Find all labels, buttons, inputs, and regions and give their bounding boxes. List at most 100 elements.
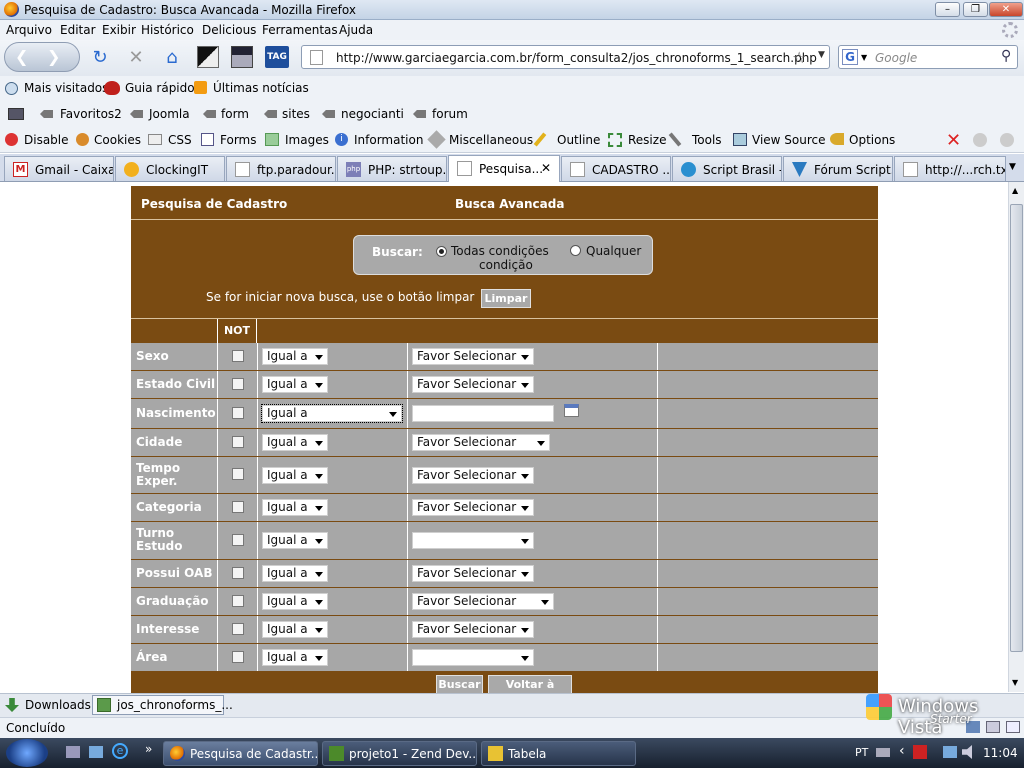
taskbar-item-firefox[interactable]: Pesquisa de Cadastr... xyxy=(163,741,318,766)
value-select[interactable]: Favor Selecionar xyxy=(412,593,554,610)
operator-select[interactable]: Igual a xyxy=(262,649,328,666)
contrast-icon[interactable] xyxy=(197,46,219,68)
voltar-lista-button[interactable]: Voltar à Lista xyxy=(488,675,572,708)
url-text[interactable]: http://www.garciaegarcia.com.br/form_con… xyxy=(336,51,817,65)
search-icon[interactable]: ⚲ xyxy=(1001,48,1011,64)
switch-windows-icon[interactable] xyxy=(89,746,103,758)
clock[interactable]: 11:04 xyxy=(983,746,1018,760)
operator-select[interactable]: Igual a xyxy=(262,565,328,582)
bookmarks-menu-icon[interactable] xyxy=(8,108,24,120)
download-item[interactable]: jos_chronoforms_... xyxy=(92,695,233,715)
tray-chevron-icon[interactable]: ‹ xyxy=(899,743,905,759)
not-checkbox[interactable] xyxy=(232,378,244,390)
date-input[interactable] xyxy=(412,405,554,422)
search-box[interactable]: G ▼ Google ⚲ xyxy=(838,45,1018,69)
not-checkbox[interactable] xyxy=(232,350,244,362)
tab-cadastro[interactable]: CADASTRO ... xyxy=(561,156,671,181)
tab-script-brasil[interactable]: Script Brasil -... xyxy=(672,156,782,181)
dev-information[interactable]: Information xyxy=(354,133,423,147)
language-indicator[interactable]: PT xyxy=(855,746,868,759)
bookmark-ultimas-noticias[interactable]: Últimas notícias xyxy=(213,81,309,95)
not-checkbox[interactable] xyxy=(232,436,244,448)
dev-view-source[interactable]: View Source xyxy=(752,133,826,147)
ie-icon[interactable]: e xyxy=(112,743,128,759)
menu-delicious[interactable]: Delicious xyxy=(202,23,256,37)
operator-select[interactable]: Igual a xyxy=(262,499,328,516)
engine-dropdown-icon[interactable]: ▼ xyxy=(861,53,867,62)
reload-icon[interactable]: ↻ xyxy=(88,45,112,69)
not-checkbox[interactable] xyxy=(232,468,244,480)
limpar-button[interactable]: Limpar xyxy=(481,289,531,308)
search-placeholder[interactable]: Google xyxy=(875,51,917,65)
start-button[interactable] xyxy=(6,739,48,767)
menu-ajuda[interactable]: Ajuda xyxy=(339,23,373,37)
radio-any-condition[interactable] xyxy=(570,245,581,256)
bookmark-guia-rapido[interactable]: Guia rápido xyxy=(125,81,195,95)
menu-ferramentas[interactable]: Ferramentas xyxy=(262,23,338,37)
quicklaunch-more-icon[interactable]: » xyxy=(145,742,152,756)
value-select[interactable]: Favor Selecionar xyxy=(412,348,534,365)
bookmark-sites[interactable]: sites xyxy=(282,107,310,121)
operator-select[interactable]: Igual a xyxy=(262,593,328,610)
maximize-button[interactable]: ❐ xyxy=(963,2,988,17)
star-icon[interactable]: ☆ xyxy=(792,48,806,67)
save-page-icon[interactable] xyxy=(231,46,253,68)
bookmark-negocianti[interactable]: negocianti xyxy=(341,107,404,121)
downloads-label[interactable]: Downloads xyxy=(25,698,91,712)
dev-css[interactable]: CSS xyxy=(168,133,192,147)
dev-close-icon[interactable]: ✕ xyxy=(946,130,961,151)
bookmark-mais-visitados[interactable]: Mais visitados xyxy=(24,81,108,95)
scroll-up-icon[interactable]: ▲ xyxy=(1012,186,1018,195)
operator-select[interactable]: Igual a xyxy=(262,467,328,484)
dev-tools[interactable]: Tools xyxy=(692,133,722,147)
taskbar-item-zend[interactable]: projeto1 - Zend Dev... xyxy=(322,741,477,766)
minimize-button[interactable]: – xyxy=(935,2,960,17)
tab-gmail[interactable]: M Gmail - Caixa... xyxy=(4,156,114,181)
tab-rch-txt[interactable]: http://...rch.txt xyxy=(894,156,1006,181)
scroll-down-icon[interactable]: ▼ xyxy=(1012,678,1018,687)
bookmark-form[interactable]: form xyxy=(221,107,249,121)
value-select[interactable]: Favor Selecionar xyxy=(412,621,534,638)
dev-miscellaneous[interactable]: Miscellaneous xyxy=(449,133,533,147)
not-checkbox[interactable] xyxy=(232,623,244,635)
back-arrow-icon[interactable]: ❮ xyxy=(15,47,28,66)
url-bar[interactable]: http://www.garciaegarcia.com.br/form_con… xyxy=(301,45,830,69)
bookmark-forum[interactable]: forum xyxy=(432,107,468,121)
close-button[interactable]: ✕ xyxy=(989,2,1023,17)
radio-all-conditions[interactable] xyxy=(436,246,447,257)
tab-php[interactable]: php PHP: strtoup... xyxy=(337,156,447,181)
google-engine-icon[interactable]: G xyxy=(842,49,858,65)
value-select[interactable]: Favor Selecionar xyxy=(412,499,534,516)
not-checkbox[interactable] xyxy=(232,407,244,419)
dev-disable[interactable]: Disable xyxy=(24,133,69,147)
value-select[interactable]: Favor Selecionar xyxy=(412,376,534,393)
value-select[interactable]: Favor Selecionar xyxy=(412,434,550,451)
tab-ftp[interactable]: ftp.paradour... xyxy=(226,156,336,181)
not-checkbox[interactable] xyxy=(232,651,244,663)
value-select[interactable]: Favor Selecionar xyxy=(412,467,534,484)
tab-pesquisa[interactable]: Pesquisa... ✕ xyxy=(448,155,560,182)
tab-list-icon[interactable]: ▼ xyxy=(1009,162,1016,172)
calendar-icon[interactable] xyxy=(564,404,579,417)
buscar-button[interactable]: Buscar xyxy=(436,675,483,694)
value-select[interactable] xyxy=(412,532,534,549)
not-checkbox[interactable] xyxy=(232,501,244,513)
operator-select[interactable]: Igual a xyxy=(262,434,328,451)
home-icon[interactable]: ⌂ xyxy=(160,45,184,69)
value-select[interactable]: Favor Selecionar xyxy=(412,565,534,582)
dev-cookies[interactable]: Cookies xyxy=(94,133,141,147)
url-dropdown-icon[interactable]: ▼ xyxy=(818,50,825,60)
stop-icon[interactable]: ✕ xyxy=(124,45,148,69)
forward-arrow-icon[interactable]: ❯ xyxy=(47,47,60,66)
dev-forms[interactable]: Forms xyxy=(220,133,256,147)
taskbar-item-tabela[interactable]: Tabela xyxy=(481,741,636,766)
dev-images[interactable]: Images xyxy=(285,133,329,147)
operator-select[interactable]: Igual a xyxy=(262,348,328,365)
volume-icon[interactable] xyxy=(962,745,972,759)
operator-select[interactable]: Igual a xyxy=(262,621,328,638)
menu-arquivo[interactable]: Arquivo xyxy=(6,23,52,37)
dev-outline[interactable]: Outline xyxy=(557,133,600,147)
operator-select[interactable]: Igual a xyxy=(262,532,328,549)
tab-clockingit[interactable]: ClockingIT xyxy=(115,156,225,181)
dev-resize[interactable]: Resize xyxy=(628,133,666,147)
